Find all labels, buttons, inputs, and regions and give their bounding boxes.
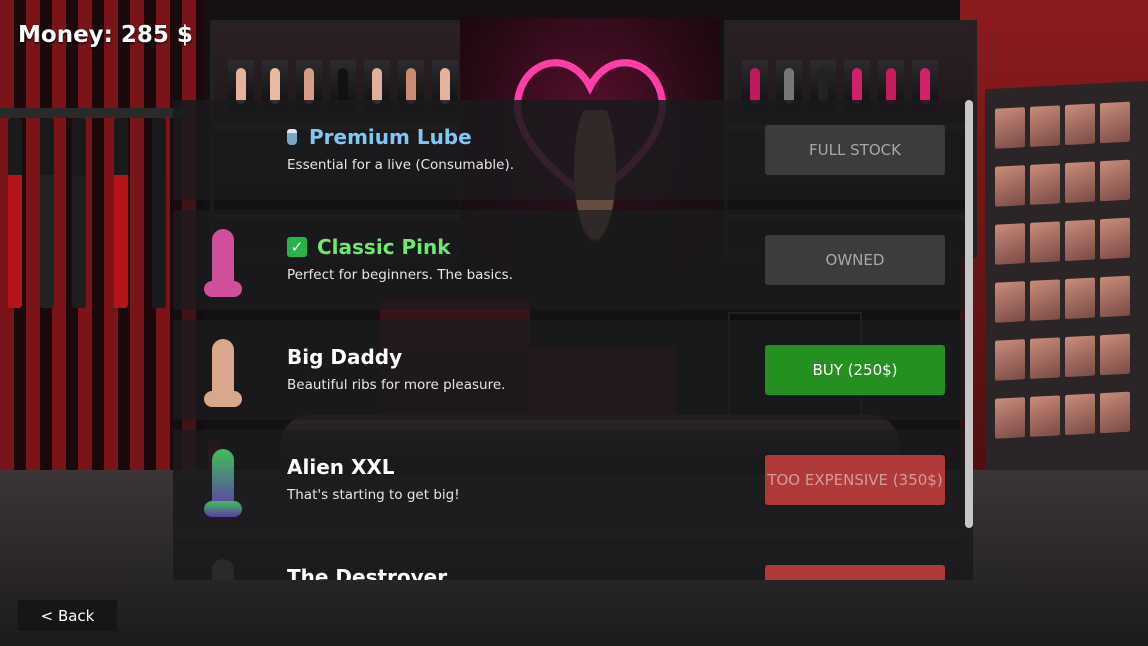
hook-rack	[0, 108, 190, 118]
item-title: The Destroyer	[287, 565, 448, 580]
shop-item-alien-xxl: Alien XXL That's starting to get big! TO…	[173, 430, 965, 530]
item-description: Perfect for beginners. The basics.	[287, 267, 513, 283]
item-image	[201, 552, 245, 580]
list-scrollbar[interactable]	[965, 100, 973, 528]
shop-item-classic-pink: ✓ Classic Pink Perfect for beginners. Th…	[173, 210, 965, 310]
item-image	[201, 222, 245, 298]
item-description: Beautiful ribs for more pleasure.	[287, 377, 506, 393]
too-expensive-button	[765, 565, 945, 580]
item-title-row: Big Daddy	[287, 345, 402, 369]
pink-toy-icon	[204, 229, 242, 297]
shop-item-big-daddy: Big Daddy Beautiful ribs for more pleasu…	[173, 320, 965, 420]
item-description: That's starting to get big!	[287, 487, 460, 503]
item-title-row: Alien XXL	[287, 455, 395, 479]
ribbed-toy-icon	[204, 339, 242, 407]
item-title-row: Premium Lube	[287, 125, 472, 149]
magazine-rack	[985, 80, 1148, 490]
lube-bottle-icon	[287, 129, 297, 145]
alien-toy-icon	[204, 449, 242, 517]
item-title: Big Daddy	[287, 345, 403, 369]
owned-button: OWNED	[765, 235, 945, 285]
check-icon: ✓	[287, 237, 307, 257]
item-title: Alien XXL	[287, 455, 395, 479]
buy-button[interactable]: BUY (250$)	[765, 345, 945, 395]
back-button[interactable]: < Back	[18, 600, 117, 631]
black-toy-icon	[212, 559, 234, 580]
item-title-row: ✓ Classic Pink	[287, 235, 451, 259]
item-description: Essential for a live (Consumable).	[287, 157, 515, 173]
item-image	[201, 332, 245, 408]
shop-item-list[interactable]: Premium Lube Essential for a live (Consu…	[173, 100, 973, 580]
too-expensive-button: TOO EXPENSIVE (350$)	[765, 455, 945, 505]
money-display: Money: 285 $	[18, 22, 193, 48]
item-title: Premium Lube	[309, 125, 472, 149]
item-image	[201, 442, 245, 518]
full-stock-button: FULL STOCK	[765, 125, 945, 175]
shop-item-premium-lube: Premium Lube Essential for a live (Consu…	[173, 100, 965, 200]
item-title-row: The Destroyer	[287, 565, 447, 580]
shop-item-the-destroyer: The Destroyer	[173, 540, 965, 580]
item-title: Classic Pink	[317, 235, 451, 259]
